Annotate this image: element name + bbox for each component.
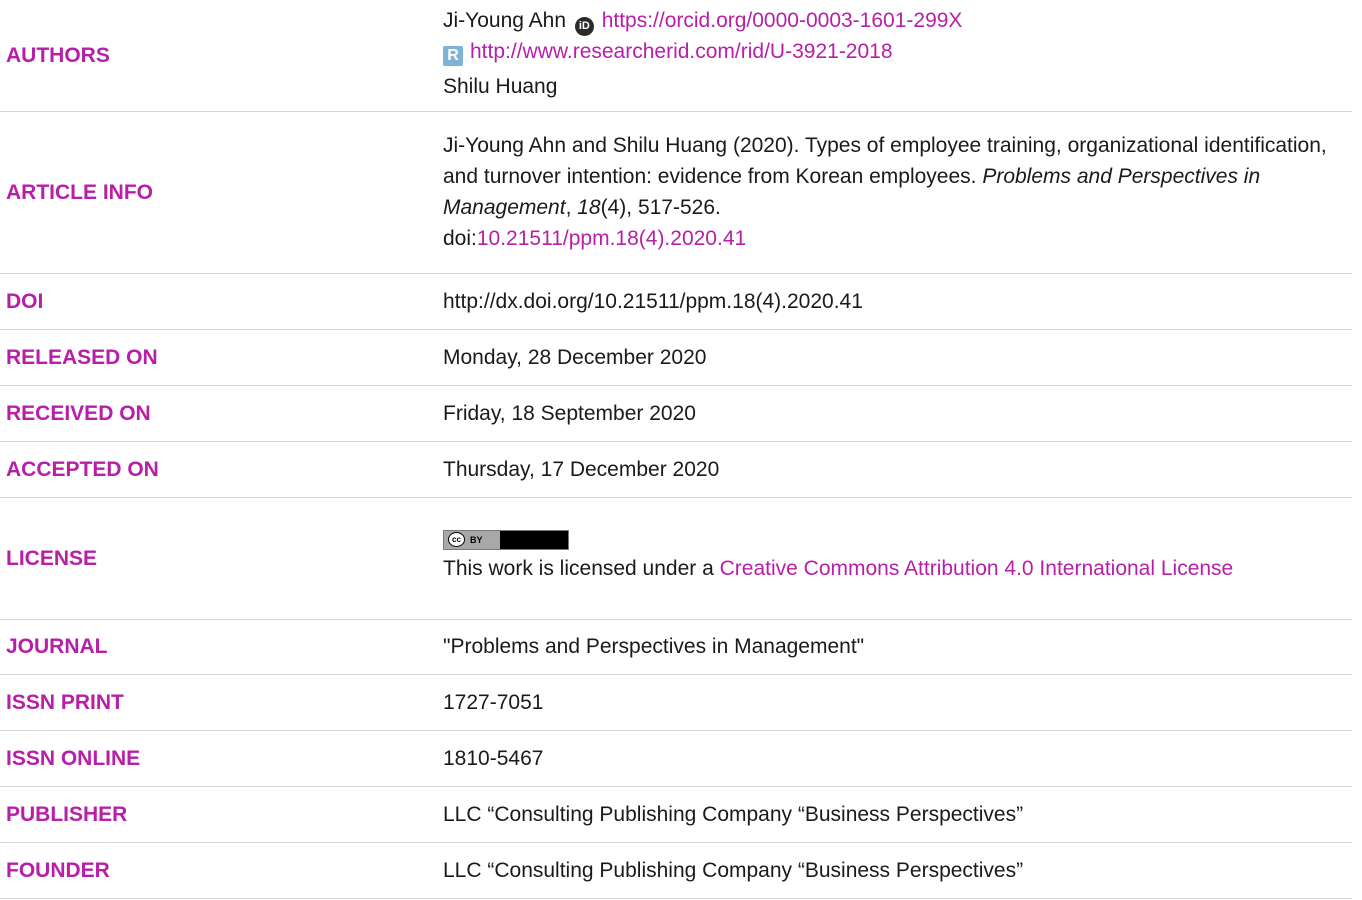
row-received-on: RECEIVED ON Friday, 18 September 2020 (0, 385, 1352, 442)
value-publisher: LLC “Consulting Publishing Company “Busi… (443, 786, 1352, 843)
metadata-table: AUTHORS Ji-Young Ahn iD https://orcid.or… (0, 0, 1352, 899)
label-doi: DOI (0, 273, 443, 330)
label-issn-online: ISSN ONLINE (0, 730, 443, 787)
label-accepted-on: ACCEPTED ON (0, 441, 443, 498)
cc-badge-line: cc BY (443, 527, 1342, 553)
orcid-link[interactable]: https://orcid.org/0000-0003-1601-299X (602, 9, 963, 32)
row-founder: FOUNDER LLC “Consulting Publishing Compa… (0, 842, 1352, 899)
row-article-info: ARTICLE INFO Ji-Young Ahn and Shilu Huan… (0, 111, 1352, 274)
author-line-1: Ji-Young Ahn iD https://orcid.org/0000-0… (443, 5, 1342, 37)
orcid-icon: iD (574, 17, 594, 37)
row-accepted-on: ACCEPTED ON Thursday, 17 December 2020 (0, 441, 1352, 498)
label-founder: FOUNDER (0, 842, 443, 899)
citation-sep: , (565, 196, 578, 219)
label-journal: JOURNAL (0, 619, 443, 675)
value-issn-print: 1727-7051 (443, 674, 1352, 731)
article-metadata-page: AUTHORS Ji-Young Ahn iD https://orcid.or… (0, 0, 1362, 900)
value-founder: LLC “Consulting Publishing Company “Busi… (443, 842, 1352, 899)
row-publisher: PUBLISHER LLC “Consulting Publishing Com… (0, 786, 1352, 843)
author-name-1: Ji-Young Ahn (443, 9, 566, 33)
row-journal: JOURNAL "Problems and Perspectives in Ma… (0, 619, 1352, 675)
row-authors: AUTHORS Ji-Young Ahn iD https://orcid.or… (0, 0, 1352, 112)
row-issn-print: ISSN PRINT 1727-7051 (0, 674, 1352, 731)
row-issn-online: ISSN ONLINE 1810-5467 (0, 730, 1352, 787)
row-license: LICENSE cc BY This work is licensed unde… (0, 497, 1352, 620)
label-issn-print: ISSN PRINT (0, 674, 443, 731)
cc-badge-left: cc BY (444, 530, 500, 549)
license-link[interactable]: Creative Commons Attribution 4.0 Interna… (720, 557, 1234, 580)
researcherid-icon: R (443, 46, 463, 67)
label-license: LICENSE (0, 497, 443, 620)
value-released-on: Monday, 28 December 2020 (443, 329, 1352, 386)
label-released-on: RELEASED ON (0, 329, 443, 386)
author-name-2: Shilu Huang (443, 75, 558, 99)
author-line-researcherid: Rhttp://www.researcherid.com/rid/U-3921-… (443, 36, 1342, 67)
label-publisher: PUBLISHER (0, 786, 443, 843)
value-license: cc BY This work is licensed under a Crea… (443, 497, 1352, 620)
value-authors: Ji-Young Ahn iD https://orcid.org/0000-0… (443, 0, 1352, 112)
citation-issue-pages: (4), 517-526. (600, 196, 721, 219)
citation-doi-line: doi:10.21511/ppm.18(4).2020.41 (443, 223, 1342, 254)
value-article-info: Ji-Young Ahn and Shilu Huang (2020). Typ… (443, 111, 1352, 274)
cc-icon: cc (448, 532, 465, 548)
label-authors: AUTHORS (0, 0, 443, 112)
author-line-2: Shilu Huang (443, 71, 1342, 102)
value-journal: "Problems and Perspectives in Management… (443, 619, 1352, 675)
citation-doi-prefix: doi: (443, 227, 477, 250)
cc-by-license-badge[interactable]: cc BY (443, 529, 569, 550)
value-issn-online: 1810-5467 (443, 730, 1352, 787)
label-article-info: ARTICLE INFO (0, 111, 443, 274)
value-received-on: Friday, 18 September 2020 (443, 385, 1352, 442)
row-doi: DOI http://dx.doi.org/10.21511/ppm.18(4)… (0, 273, 1352, 330)
license-text: This work is licensed under a (443, 556, 720, 580)
citation-doi-link[interactable]: 10.21511/ppm.18(4).2020.41 (477, 227, 746, 250)
cc-by-text: BY (470, 534, 483, 545)
value-doi: http://dx.doi.org/10.21511/ppm.18(4).202… (443, 273, 1352, 330)
row-released-on: RELEASED ON Monday, 28 December 2020 (0, 329, 1352, 386)
citation-volume: 18 (577, 196, 601, 219)
researcherid-link[interactable]: http://www.researcherid.com/rid/U-3921-2… (470, 40, 893, 63)
label-received-on: RECEIVED ON (0, 385, 443, 442)
value-accepted-on: Thursday, 17 December 2020 (443, 441, 1352, 498)
